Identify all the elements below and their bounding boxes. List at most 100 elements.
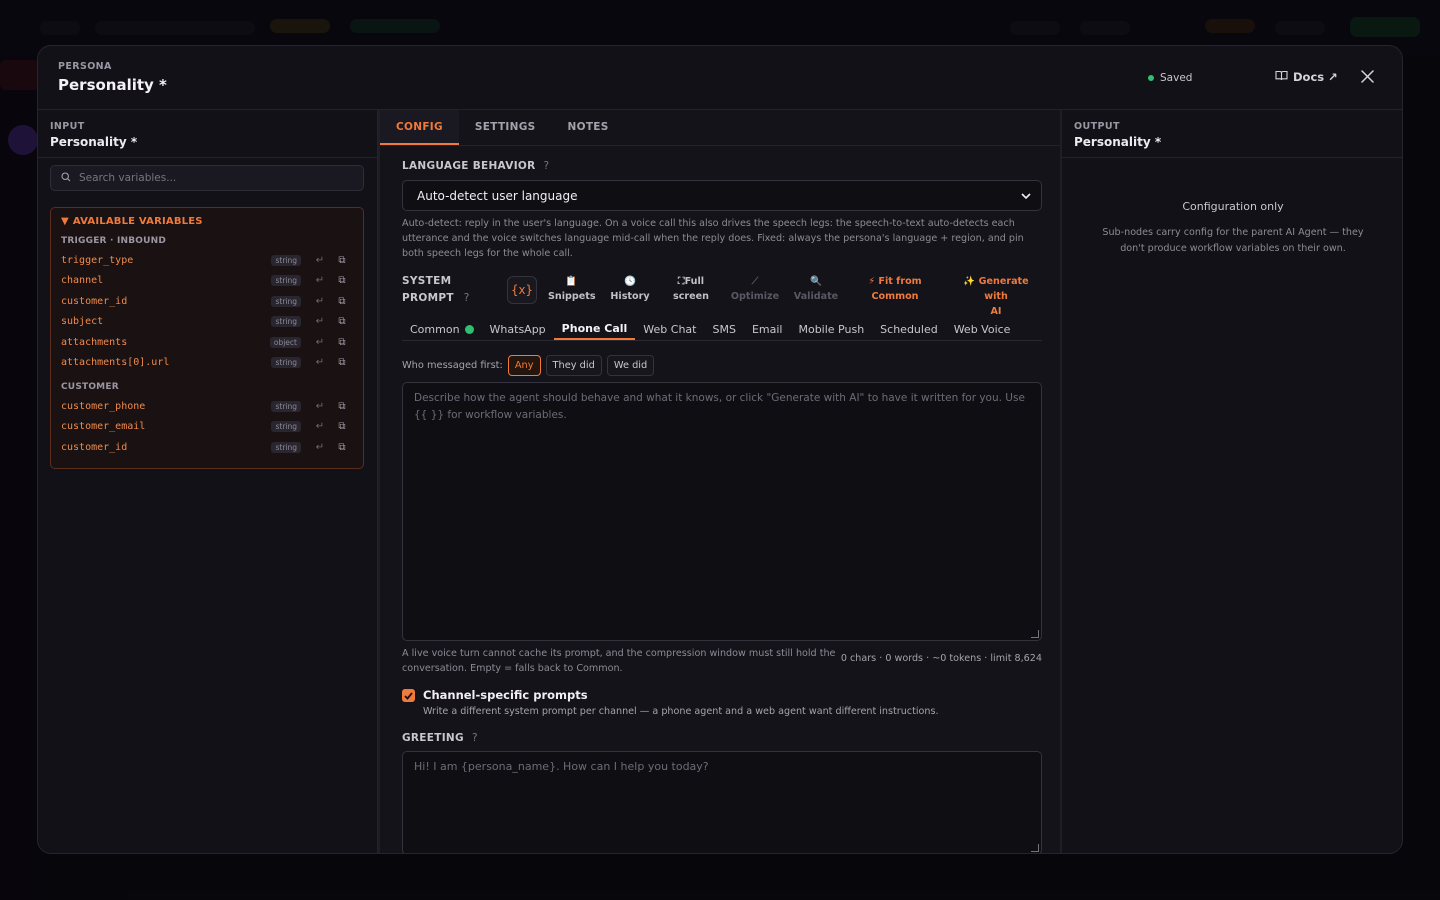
who-option-we-did[interactable]: We did bbox=[606, 355, 655, 376]
copy-icon[interactable]: ⧉ bbox=[331, 296, 353, 307]
caret-down-icon: ▼ bbox=[61, 216, 69, 227]
tab-notes[interactable]: NOTES bbox=[552, 110, 625, 145]
fullscreen-label-1: Full bbox=[684, 276, 705, 287]
generate-with-ai-button[interactable]: ✨ Generate with AI bbox=[950, 274, 1042, 319]
chevron-down-icon bbox=[1021, 189, 1031, 203]
copy-icon[interactable]: ⧉ bbox=[331, 337, 353, 348]
variable-row[interactable]: trigger_type string ↵ ⧉ bbox=[61, 250, 353, 271]
input-pane: INPUT Personality * ▼ AVAILABLE VARIABLE… bbox=[38, 110, 378, 853]
fullscreen-button[interactable]: ⛶Full screen bbox=[670, 274, 712, 304]
channel-tab-email[interactable]: Email bbox=[744, 319, 791, 340]
variable-row[interactable]: channel string ↵ ⧉ bbox=[61, 271, 353, 292]
insert-icon[interactable]: ↵ bbox=[309, 421, 331, 432]
system-prompt-toolbar: SYSTEM PROMPT ? {x} 📋 Snippets 🕓 History… bbox=[402, 274, 1042, 317]
resize-handle-icon[interactable] bbox=[1031, 630, 1039, 638]
channel-specific-sub: Write a different system prompt per chan… bbox=[423, 706, 939, 717]
system-prompt-textarea[interactable] bbox=[402, 382, 1042, 641]
history-button[interactable]: 🕓 History bbox=[607, 274, 653, 304]
insert-icon[interactable]: ↵ bbox=[309, 442, 331, 453]
channel-specific-checkbox[interactable] bbox=[402, 689, 415, 702]
channel-tab-scheduled[interactable]: Scheduled bbox=[872, 319, 946, 340]
greeting-label: GREETING ? bbox=[402, 732, 478, 744]
tab-settings[interactable]: SETTINGS bbox=[459, 110, 552, 145]
channel-tab-label: WhatsApp bbox=[489, 322, 546, 336]
available-variables-toggle[interactable]: ▼ AVAILABLE VARIABLES bbox=[61, 216, 353, 227]
snippets-label: Snippets bbox=[548, 291, 596, 302]
channel-tab-web-chat[interactable]: Web Chat bbox=[635, 319, 704, 340]
docs-link[interactable]: Docs ↗ bbox=[1275, 70, 1338, 84]
insert-icon[interactable]: ↵ bbox=[309, 337, 331, 348]
copy-icon[interactable]: ⧉ bbox=[331, 357, 353, 368]
variable-name[interactable]: customer_id bbox=[61, 442, 271, 453]
saved-dot-icon bbox=[1148, 75, 1154, 81]
variable-name[interactable]: customer_id bbox=[61, 296, 271, 307]
variable-name[interactable]: attachments[0].url bbox=[61, 357, 271, 368]
validate-button[interactable]: 🔍 Validate bbox=[793, 274, 839, 304]
variable-groups: TRIGGER · INBOUND trigger_type string ↵ ⧉ cha… bbox=[61, 236, 353, 458]
copy-icon[interactable]: ⧉ bbox=[331, 421, 353, 432]
optimize-button[interactable]: ⟋ Optimize bbox=[730, 274, 780, 304]
insert-icon[interactable]: ↵ bbox=[309, 296, 331, 307]
greeting-textarea[interactable] bbox=[402, 751, 1042, 853]
variable-row[interactable]: customer_id string ↵ ⧉ bbox=[61, 291, 353, 312]
fit-from-common-button[interactable]: ⚡ Fit from Common bbox=[864, 274, 926, 304]
copy-icon[interactable]: ⧉ bbox=[331, 401, 353, 412]
resize-handle-icon[interactable] bbox=[1031, 844, 1039, 852]
channel-tab-label: Web Chat bbox=[643, 322, 697, 336]
insert-variable-button[interactable]: {x} bbox=[507, 276, 537, 304]
channel-tab-web-voice[interactable]: Web Voice bbox=[946, 319, 1019, 340]
variable-name[interactable]: customer_email bbox=[61, 421, 271, 432]
channel-specific-title: Channel-specific prompts bbox=[423, 688, 588, 702]
insert-icon[interactable]: ↵ bbox=[309, 255, 331, 266]
help-icon[interactable]: ? bbox=[544, 160, 550, 172]
output-pane: OUTPUT Personality * Configuration only … bbox=[1062, 110, 1402, 853]
variable-row[interactable]: attachments object ↵ ⧉ bbox=[61, 332, 353, 353]
clock-icon: 🕓 bbox=[624, 276, 636, 287]
fit-label-1: Fit from bbox=[878, 276, 922, 287]
close-icon bbox=[1360, 70, 1374, 86]
channel-tab-phone-call[interactable]: Phone Call bbox=[553, 319, 636, 340]
variable-search[interactable] bbox=[50, 165, 364, 191]
variable-type-badge: string bbox=[271, 421, 301, 433]
variable-name[interactable]: trigger_type bbox=[61, 255, 271, 266]
language-behavior-select[interactable]: Auto-detect user language bbox=[402, 180, 1042, 211]
variable-name[interactable]: attachments bbox=[61, 337, 270, 348]
who-option-any[interactable]: Any bbox=[507, 355, 541, 376]
channel-tab-label: Phone Call bbox=[561, 321, 628, 335]
insert-icon[interactable]: ↵ bbox=[309, 357, 331, 368]
channel-tab-label: SMS bbox=[712, 322, 736, 336]
variable-row[interactable]: customer_phone string ↵ ⧉ bbox=[61, 396, 353, 417]
language-behavior-value: Auto-detect user language bbox=[417, 188, 578, 203]
copy-icon[interactable]: ⧉ bbox=[331, 316, 353, 327]
who-option-they-did[interactable]: They did bbox=[545, 355, 602, 376]
variable-row[interactable]: customer_email string ↵ ⧉ bbox=[61, 417, 353, 438]
close-button[interactable] bbox=[1357, 68, 1377, 88]
status-dot-icon bbox=[464, 325, 474, 334]
variable-row[interactable]: attachments[0].url string ↵ ⧉ bbox=[61, 353, 353, 374]
search-input[interactable] bbox=[79, 172, 349, 184]
search-icon bbox=[61, 171, 71, 185]
channel-tab-mobile-push[interactable]: Mobile Push bbox=[790, 319, 872, 340]
generate-label-1-wrap: ✨ Generate with bbox=[950, 274, 1042, 304]
help-icon[interactable]: ? bbox=[472, 732, 478, 744]
input-pane-header: INPUT Personality * bbox=[38, 110, 377, 158]
copy-icon[interactable]: ⧉ bbox=[331, 442, 353, 453]
insert-icon[interactable]: ↵ bbox=[309, 316, 331, 327]
channel-tab-common[interactable]: Common bbox=[402, 319, 482, 340]
channel-tab-sms[interactable]: SMS bbox=[704, 319, 743, 340]
variable-name[interactable]: channel bbox=[61, 275, 271, 286]
copy-icon[interactable]: ⧉ bbox=[331, 275, 353, 286]
snippets-button[interactable]: 📋 Snippets bbox=[548, 274, 596, 304]
modal-title: Personality * bbox=[58, 76, 167, 94]
insert-icon[interactable]: ↵ bbox=[309, 401, 331, 412]
channel-tab-whatsapp[interactable]: WhatsApp bbox=[482, 319, 554, 340]
tab-config[interactable]: CONFIG bbox=[380, 110, 459, 145]
variable-row[interactable]: customer_id string ↵ ⧉ bbox=[61, 437, 353, 458]
copy-icon[interactable]: ⧉ bbox=[331, 255, 353, 266]
insert-icon[interactable]: ↵ bbox=[309, 275, 331, 286]
help-icon[interactable]: ? bbox=[464, 292, 470, 304]
output-empty-sub: Sub-nodes carry config for the parent AI… bbox=[1102, 227, 1364, 254]
variable-row[interactable]: subject string ↵ ⧉ bbox=[61, 312, 353, 333]
variable-name[interactable]: subject bbox=[61, 316, 271, 327]
variable-name[interactable]: customer_phone bbox=[61, 401, 271, 412]
